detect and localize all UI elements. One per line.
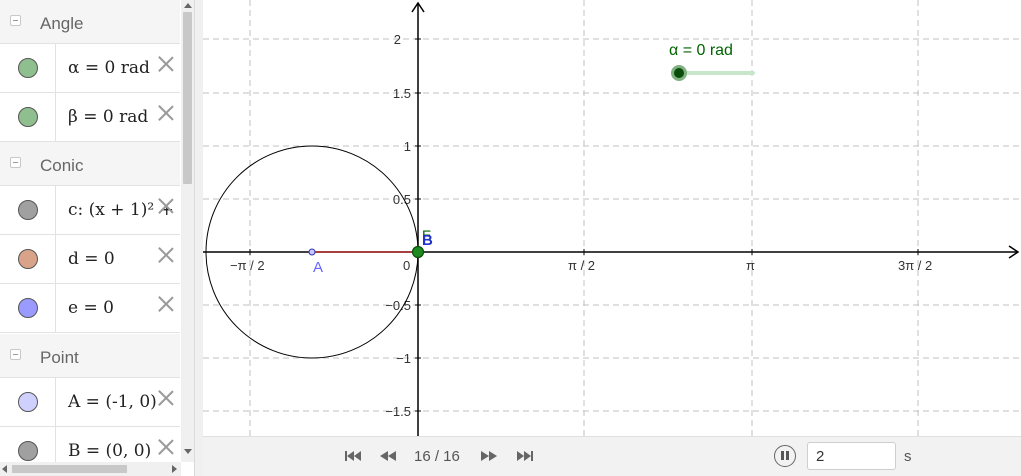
first-step-icon[interactable]: [344, 449, 362, 463]
formula-text[interactable]: β = 0 rad: [68, 107, 148, 127]
graphics-view[interactable]: −π / 2 0 π / 2 π 3π / 2 2 1.5 1 0.5 −0.5…: [203, 0, 1021, 476]
previous-step-icon[interactable]: [379, 449, 397, 463]
collapse-toggle-icon[interactable]: [10, 349, 21, 360]
slider-handle[interactable]: [671, 65, 687, 81]
point-A[interactable]: [308, 248, 316, 256]
visibility-marble-icon[interactable]: [18, 200, 38, 220]
item-divider: [55, 93, 56, 142]
pause-button[interactable]: [774, 445, 796, 467]
x-tick-label: −π / 2: [230, 258, 265, 273]
visibility-marble-icon[interactable]: [18, 58, 38, 78]
algebra-item-c[interactable]: c: (x + 1)² +: [0, 186, 180, 235]
group-label: Point: [40, 348, 79, 367]
formula-text[interactable]: A = (-1, 0): [68, 392, 157, 412]
algebra-view: Angle α = 0 rad β = 0 rad Conic c: (x + …: [0, 0, 194, 476]
visibility-marble-icon[interactable]: [18, 298, 38, 318]
item-divider: [55, 186, 56, 235]
formula-text[interactable]: d = 0: [68, 249, 115, 269]
slider-label: α = 0 rad: [669, 42, 733, 59]
graphics-canvas[interactable]: −π / 2 0 π / 2 π 3π / 2 2 1.5 1 0.5 −0.5…: [203, 0, 1021, 476]
visibility-marble-icon[interactable]: [18, 441, 38, 461]
visibility-marble-icon[interactable]: [18, 249, 38, 269]
algebra-item-B[interactable]: B = (0, 0): [0, 427, 180, 462]
algebra-item-A[interactable]: A = (-1, 0): [0, 378, 180, 427]
delete-icon[interactable]: [156, 388, 176, 408]
horizontal-scrollbar[interactable]: [0, 462, 181, 476]
y-tick-label: −1.5: [385, 404, 411, 419]
axes: [203, 1, 1020, 436]
delete-icon[interactable]: [156, 437, 176, 457]
animation-bar: 16 / 16 s: [203, 436, 1021, 476]
scroll-down-icon[interactable]: [184, 449, 192, 454]
point-label-B: B: [422, 232, 433, 249]
algebra-item-alpha[interactable]: α = 0 rad: [0, 44, 180, 93]
point-label-A: A: [313, 259, 323, 276]
formula-text[interactable]: α = 0 rad: [68, 58, 150, 78]
algebra-item-beta[interactable]: β = 0 rad: [0, 93, 180, 142]
item-divider: [55, 235, 56, 284]
delete-icon[interactable]: [156, 196, 176, 216]
group-header-conic[interactable]: Conic: [0, 142, 180, 186]
y-tick-label: 0.5: [393, 192, 411, 207]
item-divider: [55, 44, 56, 93]
algebra-item-d[interactable]: d = 0: [0, 235, 180, 284]
algebra-item-e[interactable]: e = 0: [0, 284, 180, 333]
delete-icon[interactable]: [156, 245, 176, 265]
point-B[interactable]: [411, 245, 425, 259]
vertical-scrollbar[interactable]: [181, 0, 194, 462]
y-tick-label: 1: [404, 139, 411, 154]
delete-icon[interactable]: [156, 103, 176, 123]
item-divider: [55, 427, 56, 462]
scrollbar-thumb[interactable]: [183, 12, 192, 184]
grid: [203, 0, 1021, 436]
formula-text[interactable]: e = 0: [68, 298, 114, 318]
group-header-angle[interactable]: Angle: [0, 0, 180, 44]
x-tick-label: π: [746, 258, 755, 273]
group-label: Angle: [40, 14, 84, 33]
speed-unit-label: s: [904, 448, 912, 465]
y-tick-label: 1.5: [393, 86, 411, 101]
collapse-toggle-icon[interactable]: [10, 157, 21, 168]
scroll-right-icon[interactable]: [172, 465, 177, 473]
y-tick-label: 2: [394, 32, 401, 47]
x-tick-label: π / 2: [568, 258, 595, 273]
panel-divider[interactable]: [194, 0, 203, 476]
scroll-left-icon[interactable]: [2, 465, 7, 473]
formula-text[interactable]: B = (0, 0): [68, 441, 151, 461]
animation-speed-input[interactable]: [807, 442, 896, 470]
last-step-icon[interactable]: [516, 449, 534, 463]
next-step-icon[interactable]: [480, 449, 498, 463]
collapse-toggle-icon[interactable]: [10, 15, 21, 26]
delete-icon[interactable]: [156, 294, 176, 314]
item-divider: [55, 284, 56, 333]
group-header-point[interactable]: Point: [0, 334, 180, 378]
group-label: Conic: [40, 156, 84, 175]
delete-icon[interactable]: [156, 54, 176, 74]
visibility-marble-icon[interactable]: [18, 392, 38, 412]
scroll-up-icon[interactable]: [184, 3, 192, 8]
animation-step-counter: 16 / 16: [414, 448, 460, 465]
x-tick-label: 0: [403, 258, 410, 273]
y-tick-label: −1: [396, 351, 411, 366]
x-tick-label: 3π / 2: [898, 258, 932, 273]
visibility-marble-icon[interactable]: [18, 107, 38, 127]
item-divider: [55, 378, 56, 427]
algebra-list: Angle α = 0 rad β = 0 rad Conic c: (x + …: [0, 0, 180, 462]
y-tick-label: −0.5: [385, 298, 411, 313]
scrollbar-thumb[interactable]: [12, 465, 127, 473]
